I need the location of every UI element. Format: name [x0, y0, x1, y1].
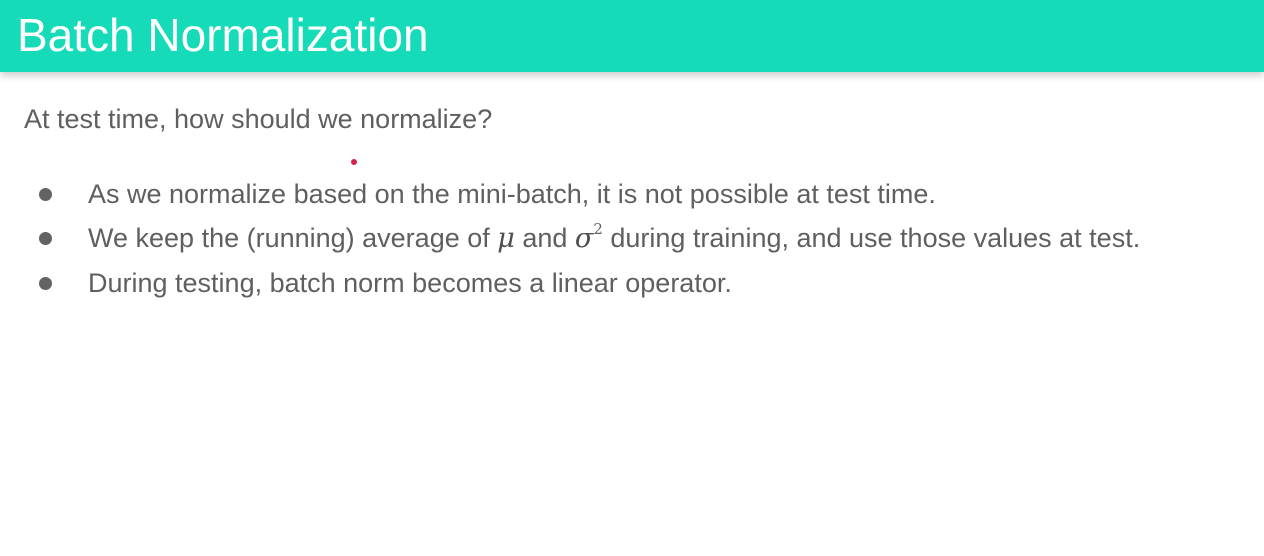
intro-question: At test time, how should we normalize?	[24, 104, 493, 134]
laser-pointer-dot	[351, 159, 357, 165]
slide-title: Batch Normalization	[17, 9, 429, 61]
bullet-item: During testing, batch norm becomes a lin…	[0, 261, 1264, 305]
mu-symbol: μ	[497, 223, 515, 254]
bullet-text-end: during training, and use those values at…	[602, 223, 1141, 253]
bullet-text: During testing, batch norm becomes a lin…	[88, 268, 732, 298]
bullet-marker	[39, 188, 52, 201]
bullet-text: As we normalize based on the mini-batch,…	[88, 179, 936, 209]
bullet-item: As we normalize based on the mini-batch,…	[0, 172, 1264, 216]
bullet-marker	[39, 232, 52, 245]
sigma-exponent: 2	[593, 220, 603, 238]
bullet-list: As we normalize based on the mini-batch,…	[0, 172, 1264, 305]
bullet-text-and: and	[514, 223, 575, 253]
sigma-symbol: σ	[574, 223, 594, 254]
bullet-text-start: We keep the (running) average of	[88, 223, 498, 253]
slide-header: Batch Normalization	[0, 0, 1264, 72]
bullet-item: We keep the (running) average of μ and σ…	[0, 216, 1264, 261]
bullet-marker	[39, 277, 52, 290]
